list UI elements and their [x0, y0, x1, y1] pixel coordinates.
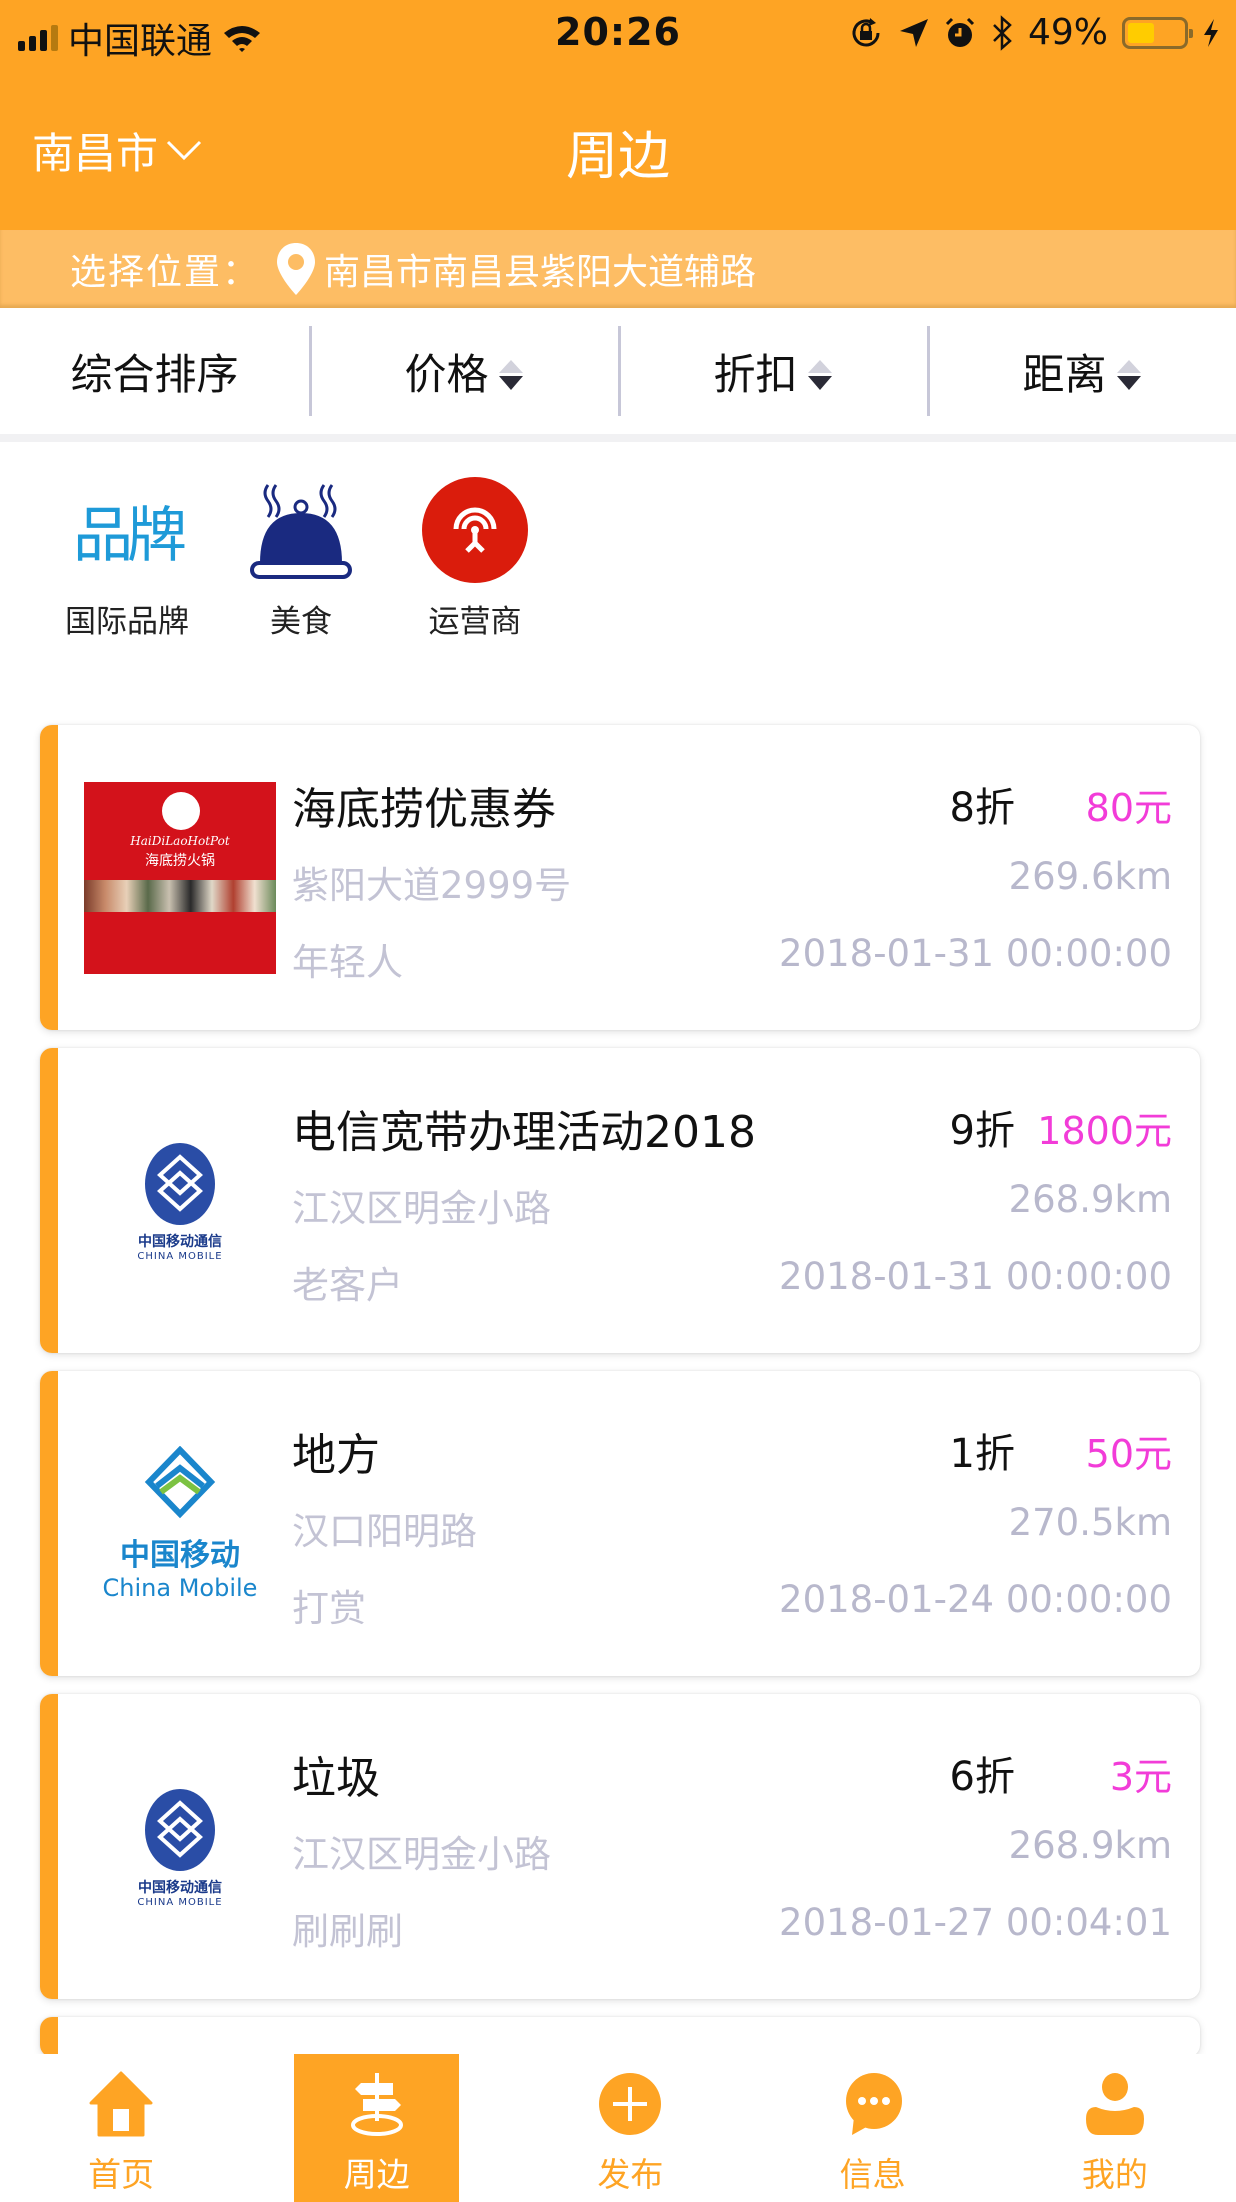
listing-title: 垃圾: [292, 1753, 380, 1804]
location-bar[interactable]: 选择位置： 南昌市南昌县紫阳大道辅路: [0, 230, 1236, 308]
listing-address: 紫阳大道2999号: [292, 864, 572, 907]
category-food[interactable]: 美食: [214, 470, 388, 641]
sort-arrows-icon: [498, 360, 523, 390]
sort-bar: 综合排序 价格 折扣 距离: [0, 308, 1236, 442]
tab-profile[interactable]: 我的: [994, 2054, 1236, 2202]
listing-discount: 1折: [949, 1431, 1015, 1477]
listing-price: 80元: [1085, 786, 1172, 830]
category-label: 美食: [270, 604, 332, 640]
listing-tag: 老客户: [292, 1264, 403, 1307]
sort-comprehensive[interactable]: 综合排序: [0, 308, 309, 434]
china-mobile-logo-icon: 中国移动 China Mobile: [103, 1446, 257, 1602]
listing-date: 2018-01-24 00:00:00: [779, 1578, 1172, 1621]
tab-home[interactable]: 首页: [0, 2054, 242, 2202]
tab-label: 我的: [1081, 2155, 1148, 2194]
user-icon: [1079, 2068, 1151, 2140]
listing-address: 汉口阳明路: [292, 1510, 477, 1553]
sort-discount[interactable]: 折扣: [618, 308, 927, 434]
listing-distance: 269.6km: [1008, 855, 1172, 898]
home-icon: [85, 2068, 157, 2140]
location-address: 南昌市南昌县紫阳大道辅路: [324, 252, 757, 293]
plus-circle-icon: [594, 2068, 666, 2140]
tab-publish[interactable]: 发布: [509, 2054, 751, 2202]
listing-thumbnail: HaiDiLaoHotPot 海底捞火锅: [84, 782, 276, 974]
listing-tag: 刷刷刷: [292, 1910, 403, 1953]
tab-label: 周边: [343, 2155, 410, 2194]
sort-label: 距离: [1022, 349, 1107, 399]
listing-date: 2018-01-27 00:04:01: [779, 1901, 1172, 1944]
tab-label: 首页: [88, 2155, 155, 2194]
tab-nearby[interactable]: 周边: [294, 2054, 460, 2202]
listing-distance: 270.5km: [1008, 1501, 1172, 1544]
listing-tag: 打赏: [292, 1587, 366, 1630]
charging-icon: [1204, 18, 1218, 47]
listing-card[interactable]: 中国移动通信 CHINA MOBILE 电信宽带办理活动2018 9折 1800…: [40, 1048, 1200, 1353]
sort-label: 折扣: [713, 349, 798, 399]
listing-distance: 268.9km: [1008, 1178, 1172, 1221]
nav-bar: 南昌市 周边: [0, 90, 1236, 210]
listing-thumbnail: 中国移动通信 CHINA MOBILE: [84, 1105, 276, 1297]
listing-title: 电信宽带办理活动2018: [292, 1107, 756, 1158]
chat-bubble-icon: [837, 2068, 909, 2140]
listing-address: 江汉区明金小路: [292, 1187, 551, 1230]
listing-date: 2018-01-31 00:00:00: [779, 932, 1172, 975]
sort-label: 价格: [404, 349, 489, 399]
header: 中国联通 20:26 49% 南昌市 周边: [0, 0, 1236, 230]
listing-card-partial[interactable]: [40, 2017, 1200, 2057]
status-bar: 中国联通 20:26 49%: [0, 0, 1236, 70]
listing-thumbnail: 中国移动 China Mobile: [84, 1428, 276, 1620]
category-label: 国际品牌: [65, 604, 189, 640]
brand-icon: 品牌: [73, 500, 187, 571]
alarm-icon: [945, 17, 975, 47]
rotation-lock-icon: [852, 17, 880, 46]
page-title: 周边: [565, 127, 670, 187]
sort-label: 综合排序: [70, 349, 239, 399]
listing-title: 海底捞优惠券: [292, 784, 556, 835]
signpost-icon: [341, 2068, 413, 2140]
china-mobile-logo-icon: 中国移动通信 CHINA MOBILE: [137, 1141, 222, 1262]
sort-distance[interactable]: 距离: [927, 308, 1236, 434]
listing-card[interactable]: HaiDiLaoHotPot 海底捞火锅 海底捞优惠券 8折 80元 紫阳大道2…: [40, 725, 1200, 1030]
location-arrow-icon: [899, 18, 928, 47]
tab-label: 信息: [839, 2155, 906, 2194]
tab-label: 发布: [597, 2155, 664, 2194]
map-pin-icon: [277, 243, 316, 295]
listing-tag: 年轻人: [292, 941, 403, 984]
listing-list: HaiDiLaoHotPot 海底捞火锅 海底捞优惠券 8折 80元 紫阳大道2…: [40, 725, 1200, 2075]
listing-thumbnail: 中国移动通信 CHINA MOBILE: [84, 1751, 276, 1943]
haidilao-logo-image: HaiDiLaoHotPot 海底捞火锅: [84, 782, 276, 974]
category-label: 运营商: [428, 604, 522, 640]
listing-card[interactable]: 中国移动 China Mobile 地方 1折 50元 汉口阳明路 270.5k…: [40, 1371, 1200, 1676]
listing-discount: 6折: [949, 1754, 1015, 1800]
bluetooth-icon: [993, 14, 1012, 51]
sort-price[interactable]: 价格: [309, 308, 618, 434]
category-row: 品牌 国际品牌 美食 运营商: [40, 470, 562, 641]
sort-arrows-icon: [807, 360, 832, 390]
listing-price: 1800元: [1037, 1109, 1172, 1153]
listing-address: 江汉区明金小路: [292, 1833, 551, 1876]
sort-arrows-icon: [1116, 360, 1141, 390]
listing-discount: 8折: [949, 785, 1015, 831]
listing-distance: 268.9km: [1008, 1824, 1172, 1867]
tab-bar: 首页 周边 发布 信息 我的: [0, 2054, 1236, 2202]
listing-date: 2018-01-31 00:00:00: [779, 1255, 1172, 1298]
category-carrier[interactable]: 运营商: [388, 470, 562, 641]
listing-discount: 9折: [949, 1108, 1015, 1154]
listing-price: 3元: [1109, 1755, 1172, 1799]
listing-price: 50元: [1085, 1432, 1172, 1476]
category-international-brand[interactable]: 品牌 国际品牌: [40, 470, 214, 641]
tab-messages[interactable]: 信息: [752, 2054, 994, 2202]
carrier-signal-icon: [415, 470, 535, 590]
battery-icon: [1122, 16, 1193, 49]
location-label: 选择位置：: [70, 252, 261, 293]
battery-percent: 49%: [1027, 12, 1108, 53]
listing-card[interactable]: 中国移动通信 CHINA MOBILE 垃圾 6折 3元 江汉区明金小路 268…: [40, 1694, 1200, 1999]
food-cloche-icon: [241, 470, 361, 590]
listing-title: 地方: [292, 1430, 380, 1481]
china-mobile-logo-icon: 中国移动通信 CHINA MOBILE: [137, 1787, 222, 1908]
